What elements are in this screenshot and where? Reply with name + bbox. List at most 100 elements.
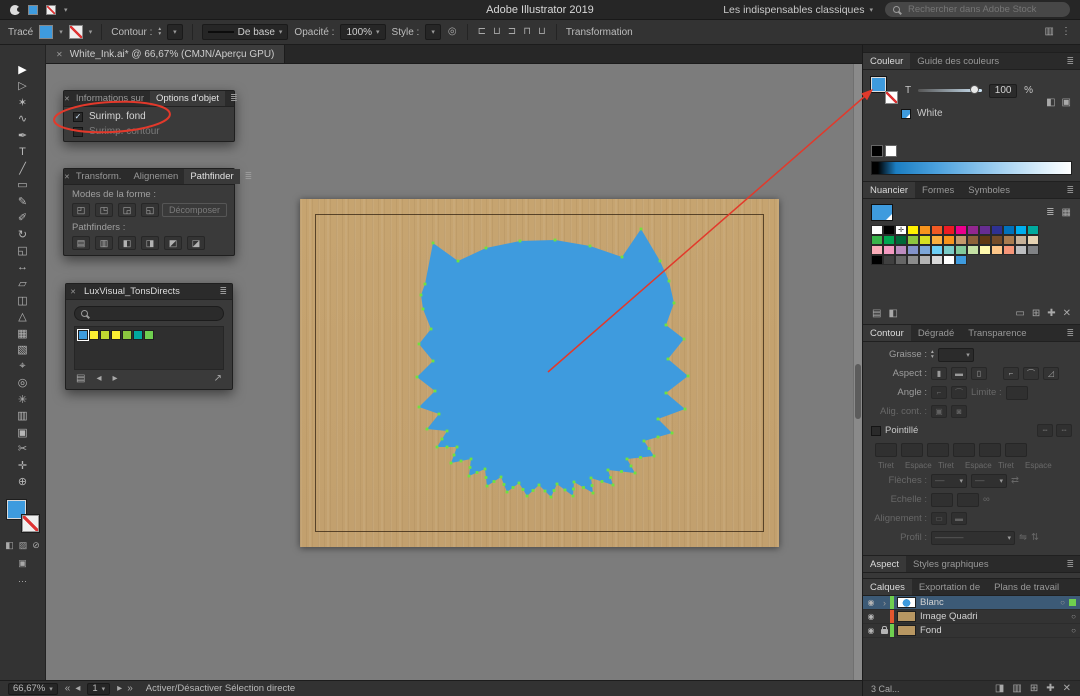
swatch[interactable] bbox=[895, 235, 907, 245]
anchor-point[interactable] bbox=[512, 486, 515, 489]
anchor-point[interactable] bbox=[648, 447, 651, 450]
weight-field[interactable]: ▾ bbox=[938, 348, 974, 362]
workspace-switcher[interactable]: Les indispensables classiques ▾ bbox=[723, 4, 873, 16]
align-stroke-center-icon[interactable]: ▣ bbox=[931, 405, 947, 418]
tab-plans-travail[interactable]: Plans de travail bbox=[987, 579, 1066, 595]
overprint-fill-row[interactable]: ✓ Surimp. fond bbox=[64, 107, 234, 126]
style-dropdown[interactable]: ▾ bbox=[425, 24, 441, 40]
direct-selection-tool[interactable]: ▷ bbox=[10, 78, 36, 95]
tab-transform[interactable]: Transform. bbox=[70, 169, 128, 184]
swatch[interactable] bbox=[931, 245, 943, 255]
swatch[interactable] bbox=[955, 245, 967, 255]
swatch[interactable] bbox=[871, 225, 883, 235]
anchor-point[interactable] bbox=[592, 492, 595, 495]
anchor-point[interactable] bbox=[659, 260, 662, 263]
anchor-point[interactable] bbox=[476, 471, 479, 474]
profile-dropdown[interactable]: ———▾ bbox=[931, 531, 1015, 545]
unite-icon[interactable]: ◰ bbox=[72, 203, 90, 217]
anchor-point[interactable] bbox=[643, 440, 646, 443]
swap-arrows-icon[interactable]: ⇄ bbox=[1011, 475, 1019, 486]
selection-tool[interactable]: ▶ bbox=[10, 61, 36, 78]
symbol-sprayer-tool[interactable]: ✳ bbox=[10, 391, 36, 408]
anchor-point[interactable] bbox=[446, 430, 449, 433]
swatch[interactable] bbox=[931, 225, 943, 235]
layer-row[interactable]: ◉›Blanc○ bbox=[863, 596, 1080, 610]
make-clipping-mask-icon[interactable]: ◨ bbox=[994, 684, 1005, 694]
swatch[interactable] bbox=[100, 330, 110, 340]
flip-across-icon[interactable]: ⇅ bbox=[1031, 532, 1039, 543]
merge-icon[interactable]: ◧ bbox=[118, 236, 136, 250]
align-dash-icon[interactable]: ┅ bbox=[1056, 424, 1072, 437]
swatch-search-field[interactable] bbox=[74, 306, 224, 321]
swatch[interactable] bbox=[871, 255, 883, 265]
lasso-tool[interactable]: ∿ bbox=[10, 111, 36, 128]
gap-field[interactable] bbox=[1005, 443, 1027, 457]
rectangle-tool[interactable]: ▭ bbox=[10, 177, 36, 194]
anchor-point[interactable] bbox=[493, 480, 496, 483]
swatch[interactable] bbox=[943, 255, 955, 265]
swatch[interactable] bbox=[89, 330, 99, 340]
spot-color-swatch[interactable] bbox=[901, 109, 911, 119]
align-stroke-inside-icon[interactable]: ◙ bbox=[951, 405, 967, 418]
anchor-point[interactable] bbox=[450, 462, 453, 465]
anchor-point[interactable] bbox=[418, 343, 421, 346]
anchor-point[interactable] bbox=[457, 260, 460, 263]
dash-field[interactable] bbox=[875, 443, 897, 457]
swatch[interactable] bbox=[991, 245, 1003, 255]
swatch[interactable] bbox=[78, 330, 88, 340]
layer-thumbnail[interactable] bbox=[897, 611, 916, 622]
anchor-point[interactable] bbox=[553, 489, 556, 492]
anchor-point[interactable] bbox=[590, 477, 593, 480]
swatch[interactable] bbox=[907, 225, 919, 235]
intersect-icon[interactable]: ◲ bbox=[118, 203, 136, 217]
swatch[interactable] bbox=[907, 235, 919, 245]
anchor-point[interactable] bbox=[572, 495, 575, 498]
swatch[interactable] bbox=[919, 225, 931, 235]
grid-view-icon[interactable]: ▦ bbox=[1061, 208, 1072, 218]
anchor-point[interactable] bbox=[460, 460, 463, 463]
anchor-point[interactable] bbox=[416, 376, 419, 379]
anchor-point[interactable] bbox=[683, 338, 686, 341]
anchor-point[interactable] bbox=[519, 240, 522, 243]
dashed-checkbox[interactable] bbox=[871, 426, 881, 436]
swatch[interactable] bbox=[1015, 225, 1027, 235]
bevel-join-icon[interactable]: ◿ bbox=[1043, 367, 1059, 380]
fill-color-swatch[interactable] bbox=[39, 25, 53, 39]
tab-formes[interactable]: Formes bbox=[915, 182, 961, 198]
panel-menu-icon[interactable]: ≣ bbox=[1060, 325, 1080, 341]
anchor-point[interactable] bbox=[665, 324, 668, 327]
new-sublayer-icon[interactable]: ▥ bbox=[1011, 684, 1022, 694]
delete-swatch-icon[interactable]: ✕ bbox=[1062, 309, 1072, 319]
opacity-field[interactable]: 100% ▾ bbox=[340, 24, 385, 40]
bear-shape[interactable] bbox=[417, 229, 688, 497]
scale-end-field[interactable] bbox=[957, 493, 979, 507]
tab-styles-graphiques[interactable]: Styles graphiques bbox=[906, 556, 996, 572]
anchor-point[interactable] bbox=[668, 280, 671, 283]
anchor-point[interactable] bbox=[446, 446, 449, 449]
link-scale-icon[interactable]: ∞ bbox=[983, 494, 990, 505]
swatch[interactable] bbox=[133, 330, 143, 340]
align-tip-icon[interactable]: ▭ bbox=[931, 512, 947, 525]
anchor-point[interactable] bbox=[430, 328, 433, 331]
anchor-point[interactable] bbox=[418, 406, 421, 409]
add-layer-icon[interactable]: ✚ bbox=[1045, 684, 1055, 694]
align-end-icon[interactable]: ▬ bbox=[951, 512, 967, 525]
close-icon[interactable]: ✕ bbox=[66, 284, 80, 299]
swatch[interactable] bbox=[943, 235, 955, 245]
swatch[interactable] bbox=[991, 225, 1003, 235]
align-top-icon[interactable]: ⊓ bbox=[522, 27, 532, 37]
swatch-search-input[interactable] bbox=[93, 308, 217, 320]
anchor-point[interactable] bbox=[426, 428, 429, 431]
tab-symboles[interactable]: Symboles bbox=[961, 182, 1017, 198]
anchor-point[interactable] bbox=[589, 245, 592, 248]
anchor-point[interactable] bbox=[544, 490, 547, 493]
exclude-icon[interactable]: ◱ bbox=[141, 203, 159, 217]
list-view-icon[interactable]: ≣ bbox=[1045, 208, 1055, 218]
anchor-point[interactable] bbox=[434, 390, 437, 393]
none-button[interactable]: ⊘ bbox=[31, 541, 41, 550]
swatch[interactable]: ✛ bbox=[895, 225, 907, 235]
swatch[interactable] bbox=[979, 225, 991, 235]
document-tab[interactable]: ✕ White_Ink.ai* @ 66,67% (CMJN/Aperçu GP… bbox=[46, 45, 285, 63]
dash-field[interactable] bbox=[927, 443, 949, 457]
anchor-point[interactable] bbox=[609, 476, 612, 479]
